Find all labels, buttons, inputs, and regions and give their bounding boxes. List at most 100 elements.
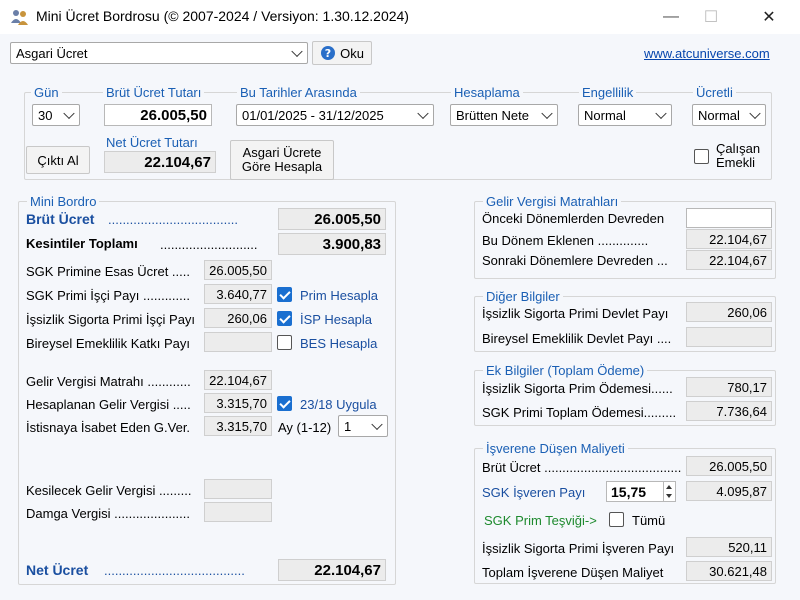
bu-donem-label: Bu Dönem Eklenen .............. [482,233,649,248]
chevron-down-icon [541,107,553,120]
bes-label: Bireysel Emeklilik Katkı Payı [26,336,190,351]
sgk-esas-label: SGK Primine Esas Ücret ..... [26,264,190,279]
ay-value: 1 [344,418,352,434]
title-bar: Mini Ücret Bordrosu (© 2007-2024 / Versi… [0,0,800,34]
maximize-button[interactable]: ☐ [688,4,734,30]
hesaplanan-gv-label: Hesaplanan Gelir Vergisi ..... [26,397,191,412]
type-select[interactable]: Asgari Ücret [10,42,308,64]
read-button-label: Oku [340,45,364,61]
asgari-button-line2: Göre Hesapla [241,159,323,174]
svg-text:?: ? [325,47,331,60]
ucretli-label: Ücretli [693,85,736,100]
devlet-payi-value: 260,06 [686,302,772,322]
issizlik-isveren-value: 520,11 [686,537,772,557]
type-select-value: Asgari Ücret [16,45,88,61]
spinner-arrows-icon [666,485,672,498]
date-range-value: 01/01/2025 - 31/12/2025 [242,107,384,123]
prim-hesapla-checkbox[interactable] [277,287,292,302]
hesaplama-select[interactable]: Brütten Nete [450,104,558,126]
gun-label: Gün [31,85,62,100]
read-button[interactable]: ? Oku [312,41,372,65]
isp-hesapla-label: İSP Hesapla [300,312,373,327]
net-label: Net Ücret Tutarı [103,135,201,150]
ay-select[interactable]: 1 [338,415,388,437]
chevron-down-icon [655,107,667,120]
gun-select[interactable]: 30 [32,104,80,126]
website-link[interactable]: www.atcuniverse.com [644,46,770,61]
window-title: Mini Ücret Bordrosu (© 2007-2024 / Versi… [36,8,409,24]
ek-bilgiler-title: Ek Bilgiler (Toplam Ödeme) [483,363,648,378]
asgari-button-line1: Asgari Ücrete [242,145,322,160]
ay-label: Ay (1-12) [278,420,332,435]
gun-value: 30 [38,107,53,123]
sgk-toplam-label: SGK Primi Toplam Ödemesi......... [482,405,677,420]
kesintiler-label: Kesintiler Toplamı [26,236,138,251]
issizlik-isci-value: 260,06 [204,308,272,328]
hesaplanan-gv-value: 3.315,70 [204,393,272,413]
rate-spinner[interactable] [664,481,676,502]
kesilecek-gv-value [204,479,272,499]
isp-hesapla-checkbox[interactable] [277,311,292,326]
calisan-emekli-label: Çalışan Emekli [716,142,760,170]
isveren-maliyet-title: İşverene Düşen Maliyeti [483,441,628,456]
diger-bilgiler-title: Diğer Bilgiler [483,289,563,304]
print-button[interactable]: Çıktı Al [26,146,90,174]
sonraki-donem-value: 22.104,67 [686,250,772,270]
ucretli-select[interactable]: Normal [692,104,766,126]
isveren-brut-label: Brüt Ücret .............................… [482,460,682,475]
issizlik-isci-label: İşsizlik Sigorta Primi İşçi Payı [26,312,196,327]
sgk-isveren-rate-input[interactable]: 15,75 [606,481,664,502]
calisan-emekli-checkbox[interactable] [694,149,709,164]
brut-ucret-label: Brüt Ücret [26,211,95,227]
chevron-down-icon [63,107,75,120]
sgk-isveren-label: SGK İşveren Payı [482,485,586,500]
gelir-vergisi-title: Gelir Vergisi Matrahları [483,194,622,209]
engellilik-value: Normal [584,107,626,123]
tarih-label: Bu Tarihler Arasında [237,85,360,100]
issizlik-isveren-label: İşsizlik Sigorta Primi İşveren Payı [482,541,675,556]
date-range-select[interactable]: 01/01/2025 - 31/12/2025 [236,104,434,126]
isveren-brut-value: 26.005,50 [686,456,772,476]
hesaplama-value: Brütten Nete [456,107,529,123]
chevron-down-icon [417,107,429,120]
tumu-checkbox[interactable] [609,512,624,527]
uygula-2318-checkbox[interactable] [277,396,292,411]
toplam-maliyet-label: Toplam İşverene Düşen Maliyet [482,565,664,580]
onceki-donem-input[interactable] [686,208,772,228]
toplam-maliyet-value: 30.621,48 [686,561,772,581]
brut-label: Brüt Ücret Tutarı [103,85,205,100]
net-ucret-dots: ....................................... [104,563,245,578]
issizlik-odeme-label: İşsizlik Sigorta Prim Ödemesi...... [482,381,673,396]
net-ucret-field: 22.104,67 [104,151,216,173]
bu-donem-value: 22.104,67 [686,229,772,249]
sgk-isveren-rate: 15,75 [611,483,647,500]
onceki-donem-label: Önceki Dönemlerden Devreden [482,211,665,226]
close-button[interactable]: ✕ [746,4,792,30]
bes-devlet-value [686,327,772,347]
hesaplama-label: Hesaplama [451,85,523,100]
bes-devlet-label: Bireysel Emeklilik Devlet Payı .... [482,331,672,346]
brut-ucret-dots: .................................... [108,212,239,227]
engellilik-select[interactable]: Normal [578,104,672,126]
help-icon: ? [321,46,336,60]
sgk-isci-label: SGK Primi İşçi Payı ............. [26,288,190,303]
damga-value [204,502,272,522]
issizlik-odeme-value: 780,17 [686,377,772,397]
calisan-emekli-line1: Çalışan [716,141,761,156]
uygula-2318-label: 23/18 Uygula [300,397,377,412]
gv-matrah-label: Gelir Vergisi Matrahı ............ [26,374,191,389]
kesilecek-gv-label: Kesilecek Gelir Vergisi ......... [26,483,192,498]
istisna-label: İstisnaya İsabet Eden G.Ver. [26,420,191,435]
chevron-down-icon [291,45,303,58]
asgari-hesapla-button[interactable]: Asgari Ücrete Göre Hesapla [230,140,334,180]
devlet-payi-label: İşsizlik Sigorta Primi Devlet Payı [482,306,669,321]
brut-ucret-input[interactable]: 26.005,50 [104,104,212,126]
prim-tesvik-label: SGK Prim Teşviği-> [484,513,597,528]
calisan-emekli-line2: Emekli [716,155,756,170]
prim-hesapla-label: Prim Hesapla [300,288,379,303]
sgk-toplam-value: 7.736,64 [686,401,772,421]
kesintiler-value: 3.900,83 [278,233,386,255]
istisna-value: 3.315,70 [204,416,272,436]
net-ucret-label: Net Ücret [26,562,89,578]
bes-hesapla-checkbox[interactable] [277,335,292,350]
